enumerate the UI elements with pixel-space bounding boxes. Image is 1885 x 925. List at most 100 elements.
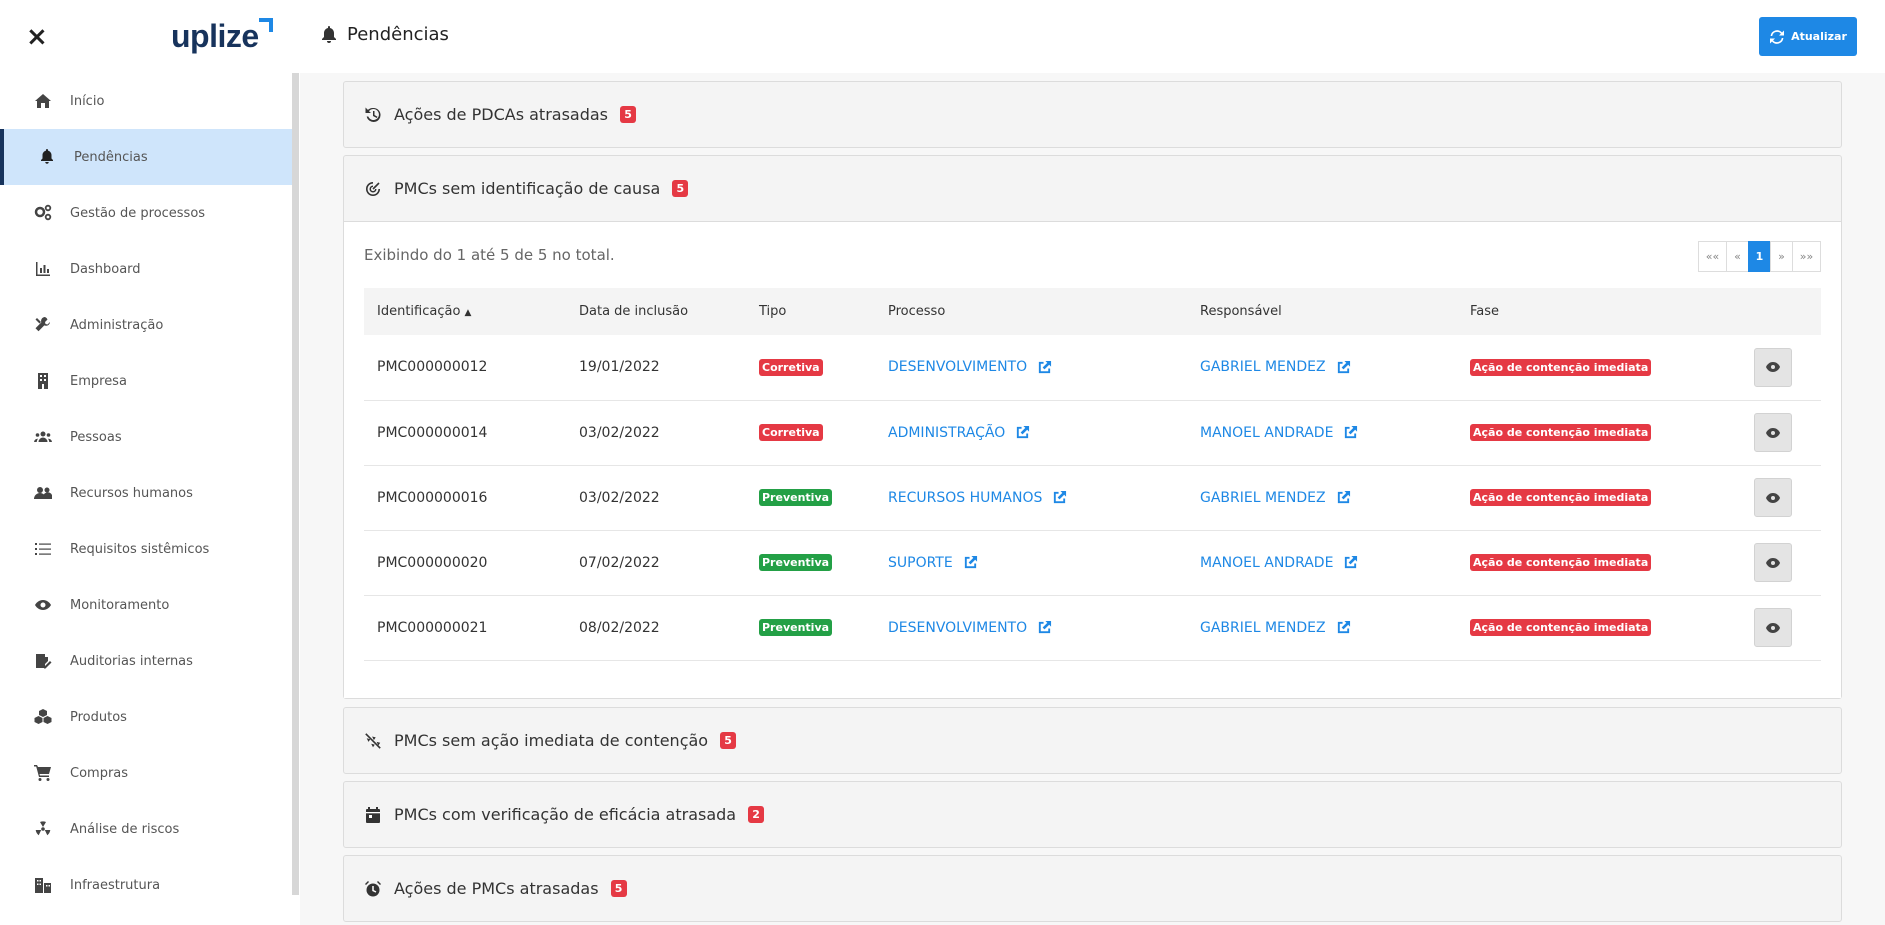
sidebar-item-requisitos[interactable]: Requisitos sistêmicos [0,521,292,577]
page-first-button[interactable]: «« [1698,241,1727,272]
panel-header[interactable]: PMCs sem ação imediata de contenção 5 [344,708,1841,773]
sidebar-item-produtos[interactable]: Produtos [0,689,292,745]
col-data-inclusao[interactable]: Data de inclusão [566,288,746,335]
view-button[interactable] [1754,608,1792,647]
view-button[interactable] [1754,347,1792,387]
type-badge: Preventiva [759,619,833,636]
type-badge: Corretiva [759,424,823,441]
owner-link[interactable]: GABRIEL MENDEZ [1200,620,1351,636]
sidebar-item-dashboard[interactable]: Dashboard [0,241,292,297]
refresh-label: Atualizar [1791,30,1847,43]
cell-id: PMC000000020 [377,554,488,571]
panel-header[interactable]: PMCs com verificação de eficácia atrasad… [344,782,1841,847]
count-badge: 2 [748,806,765,823]
sidebar-item-compras[interactable]: Compras [0,745,292,801]
home-icon [35,94,51,108]
cell-id: PMC000000016 [377,489,488,506]
owner-link[interactable]: MANOEL ANDRADE [1200,425,1358,441]
sidebar-item-label: Pessoas [70,429,122,445]
sidebar-item-pessoas[interactable]: Pessoas [0,409,292,465]
sidebar-item-infraestrutura[interactable]: Infraestrutura [0,857,292,913]
sidebar-item-administracao[interactable]: Administração [0,297,292,353]
sidebar-item-label: Compras [70,765,129,781]
view-button[interactable] [1754,543,1792,582]
page-last-button[interactable]: »» [1792,241,1821,272]
owner-link[interactable]: GABRIEL MENDEZ [1200,490,1351,506]
process-link[interactable]: RECURSOS HUMANOS [888,490,1067,506]
cell-process: SUPORTE [875,530,1187,595]
no-containment-icon [365,732,381,749]
panel-header[interactable]: Ações de PDCAs atrasadas 5 [344,82,1841,147]
external-link-icon [1337,490,1350,504]
owner-link[interactable]: GABRIEL MENDEZ [1200,359,1351,375]
sidebar-item-label: Auditorias internas [70,653,193,669]
sidebar-item-label: Início [70,93,105,109]
sidebar-item-label: Pendências [74,149,148,165]
sidebar-item-inicio[interactable]: Início [0,73,292,129]
view-button[interactable] [1754,413,1792,452]
cell-date: 03/02/2022 [579,489,660,506]
sidebar-item-label: Monitoramento [70,597,170,613]
cell-type: Corretiva [746,400,875,465]
cell-phase: Ação de contenção imediata [1457,400,1741,465]
col-actions [1741,288,1821,335]
sidebar-item-analise-riscos[interactable]: Análise de riscos [0,801,292,857]
col-responsavel[interactable]: Responsável [1187,288,1457,335]
cell-actions [1741,335,1821,400]
phase-badge: Ação de contenção imediata [1470,358,1652,376]
sidebar-scrollbar[interactable] [292,73,299,895]
count-badge: 5 [620,106,637,123]
count-badge: 5 [720,732,737,749]
external-link-icon [1017,425,1030,439]
sidebar-item-label: Análise de riscos [70,821,180,837]
sort-asc-icon: ▲ [464,308,472,318]
panel-pmc-no-cause: PMCs sem identificação de causa 5 Exibin… [343,155,1842,699]
col-fase[interactable]: Fase [1457,288,1741,335]
cell-phase: Ação de contenção imediata [1457,530,1741,595]
process-link[interactable]: ADMINISTRAÇÃO [888,425,1030,441]
panel-pmc-no-containment: PMCs sem ação imediata de contenção 5 [343,707,1842,774]
phase-badge: Ação de contenção imediata [1470,619,1652,636]
sidebar-item-gestao-processos[interactable]: Gestão de processos [0,185,292,241]
process-link[interactable]: SUPORTE [888,555,978,571]
cell-type: Preventiva [746,465,875,530]
top-bar: × uplize Pendências Atualizar [0,0,1885,73]
link-text: GABRIEL MENDEZ [1200,619,1326,636]
table-row: PMC000000021 08/02/2022 Preventiva DESEN… [364,595,1821,660]
panel-header[interactable]: PMCs sem identificação de causa 5 [344,156,1841,221]
process-link[interactable]: DESENVOLVIMENTO [888,620,1052,636]
sidebar-item-auditorias[interactable]: Auditorias internas [0,633,292,689]
page-current-button[interactable]: 1 [1748,241,1771,272]
cell-type: Preventiva [746,530,875,595]
page-next-button[interactable]: » [1770,241,1793,272]
owner-link[interactable]: MANOEL ANDRADE [1200,555,1358,571]
type-badge: Corretiva [759,358,823,376]
pagination: «« « 1 » »» [1698,241,1821,272]
page-header: Pendências [321,24,449,45]
external-link-icon [1337,360,1350,373]
view-button[interactable] [1754,478,1792,517]
sidebar-item-empresa[interactable]: Empresa [0,353,292,409]
close-icon[interactable]: × [26,24,48,50]
col-tipo[interactable]: Tipo [746,288,875,335]
cell-actions [1741,595,1821,660]
tools-icon [35,317,50,332]
col-processo[interactable]: Processo [875,288,1187,335]
col-identificacao[interactable]: Identificação ▲ [364,288,566,335]
user-friends-icon [34,487,52,499]
people-icon [34,431,52,442]
external-link-icon [1054,490,1067,504]
sidebar-item-recursos-humanos[interactable]: Recursos humanos [0,465,292,521]
process-link[interactable]: DESENVOLVIMENTO [888,359,1052,375]
page-prev-button[interactable]: « [1726,241,1749,272]
gears-icon [34,204,52,221]
type-badge: Preventiva [759,489,833,506]
list-icon [35,543,51,555]
link-text: RECURSOS HUMANOS [888,489,1043,506]
refresh-button[interactable]: Atualizar [1759,17,1857,56]
cell-date: 08/02/2022 [579,619,660,636]
external-link-icon [1039,360,1052,373]
sidebar-item-monitoramento[interactable]: Monitoramento [0,577,292,633]
sidebar-item-pendencias[interactable]: Pendências [0,129,292,185]
panel-header[interactable]: Ações de PMCs atrasadas 5 [344,856,1841,921]
